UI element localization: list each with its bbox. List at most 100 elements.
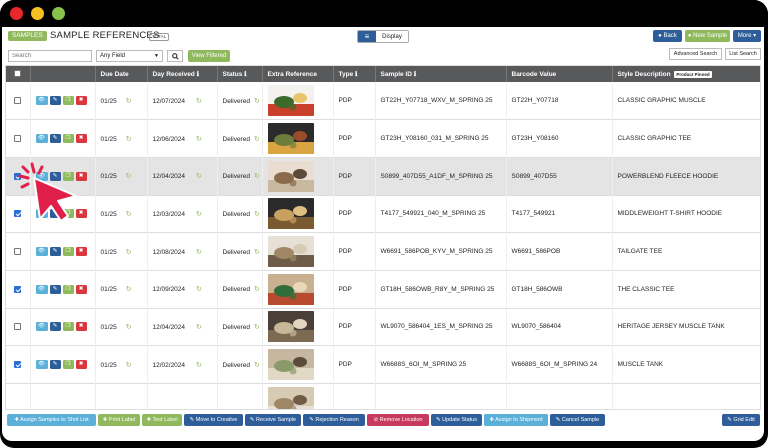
col-type[interactable]: Type ℹ (333, 66, 376, 82)
new-sample-button[interactable]: ● New Sample (685, 30, 730, 42)
view-icon[interactable]: 👁 (35, 247, 48, 257)
move-to-creative-button[interactable]: ✎ Move to Creative (184, 414, 243, 426)
copy-icon[interactable]: ❐ (62, 360, 74, 370)
col-extra-reference[interactable]: Extra Reference (262, 66, 334, 82)
status-refresh-icon[interactable]: ↻ (254, 98, 260, 105)
status-refresh-icon[interactable]: ↻ (254, 324, 260, 331)
view-icon[interactable]: 👁 (35, 134, 48, 144)
reschedule-icon[interactable]: ↻ (126, 362, 132, 369)
display-view-button[interactable]: Display (376, 31, 408, 42)
delete-icon[interactable]: ✖ (75, 134, 87, 144)
view-icon[interactable]: 👁 (35, 322, 48, 332)
reference-thumbnail[interactable] (267, 198, 314, 230)
col-sample-id[interactable]: Sample ID ℹ (375, 66, 507, 82)
row-checkbox[interactable] (14, 323, 22, 331)
copy-icon[interactable]: ❐ (62, 322, 74, 332)
reschedule-icon[interactable]: ↻ (196, 211, 202, 218)
view-icon[interactable]: 👁 (35, 284, 48, 294)
cancel-sample-button[interactable]: ✎ Cancel Sample (550, 414, 605, 426)
status-refresh-icon[interactable]: ↻ (254, 211, 260, 218)
table-row[interactable] (6, 383, 760, 410)
delete-icon[interactable]: ✖ (75, 247, 87, 257)
status-refresh-icon[interactable]: ↻ (254, 173, 260, 180)
reference-thumbnail[interactable] (267, 273, 314, 305)
col-due-date[interactable]: Due Date (95, 66, 148, 82)
reschedule-icon[interactable]: ↻ (126, 136, 132, 143)
edit-icon[interactable]: ✎ (49, 322, 61, 332)
reschedule-icon[interactable]: ↻ (126, 324, 132, 331)
rejection-reason-button[interactable]: ✎ Rejection Reason (303, 414, 365, 426)
assign-shot-list-button[interactable]: ✚ Assign Samples to Shot List (7, 414, 96, 426)
reschedule-icon[interactable]: ↻ (196, 324, 202, 331)
close-window-button[interactable] (10, 7, 23, 20)
table-row[interactable]: 👁 ✎ ❐ ✖ 01/25 ↻ 12/04/2024 ↻ Delivered ↻ PD… (6, 157, 760, 196)
copy-icon[interactable]: ❐ (62, 247, 74, 257)
sample-id-cell[interactable]: GT22H_Y07718_WXV_M_SPRING 25 (375, 82, 507, 120)
reschedule-icon[interactable]: ↻ (196, 286, 202, 293)
search-input[interactable] (8, 50, 92, 62)
status-refresh-icon[interactable]: ↻ (254, 286, 260, 293)
reschedule-icon[interactable]: ↻ (126, 211, 132, 218)
sample-id-cell[interactable] (375, 383, 507, 409)
reschedule-icon[interactable]: ↻ (126, 173, 132, 180)
status-refresh-icon[interactable]: ↻ (254, 249, 260, 256)
delete-icon[interactable]: ✖ (75, 322, 87, 332)
receive-sample-button[interactable]: ✎ Receive Sample (245, 414, 301, 426)
row-checkbox[interactable] (14, 134, 22, 142)
reference-thumbnail[interactable] (267, 160, 314, 192)
reschedule-icon[interactable]: ↻ (196, 98, 202, 105)
assign-to-shipment-button[interactable]: ✚ Assign to Shipment (484, 414, 548, 426)
reschedule-icon[interactable]: ↻ (126, 249, 132, 256)
copy-icon[interactable]: ❐ (62, 96, 74, 106)
edit-icon[interactable]: ✎ (49, 284, 61, 294)
section-tag[interactable]: SAMPLES (8, 31, 47, 41)
back-button[interactable]: ● Back (653, 30, 682, 42)
field-select[interactable]: Any Field ▼ (96, 50, 163, 62)
select-all-checkbox[interactable] (14, 70, 22, 78)
sample-id-cell[interactable]: GT18H_586OWB_R8Y_M_SPRING 25 (375, 270, 507, 309)
view-icon[interactable]: 👁 (35, 96, 48, 106)
table-row[interactable]: 👁 ✎ ❐ ✖ 01/25 ↻ 12/06/2024 ↻ Delivered ↻ PD… (6, 119, 760, 158)
view-filtered-button[interactable]: View Filtered (188, 50, 230, 62)
list-search-button[interactable]: List Search (725, 48, 761, 60)
update-status-button[interactable]: ✎ Update Status (431, 414, 482, 426)
reference-thumbnail[interactable] (267, 236, 314, 268)
print-label-button[interactable]: ✚ Print Label (98, 414, 140, 426)
reference-thumbnail[interactable] (267, 123, 314, 155)
reference-thumbnail[interactable] (267, 85, 314, 117)
reschedule-icon[interactable]: ↻ (196, 249, 202, 256)
more-button[interactable]: More ▾ (733, 30, 761, 42)
edit-icon[interactable]: ✎ (49, 134, 61, 144)
col-day-received[interactable]: Day Received ℹ (147, 66, 218, 82)
advanced-search-button[interactable]: Advanced Search (669, 48, 722, 60)
reference-thumbnail[interactable] (267, 311, 314, 343)
search-button[interactable] (167, 50, 183, 62)
sample-id-cell[interactable]: WL9070_586404_1ES_M_SPRING 25 (375, 308, 507, 346)
table-row[interactable]: 👁 ✎ ❐ ✖ 01/25 ↻ 12/09/2024 ↻ Delivered ↻ PD… (6, 270, 760, 309)
status-refresh-icon[interactable]: ↻ (254, 362, 260, 369)
sample-id-cell[interactable]: T4177_549921_040_M_SPRING 25 (375, 195, 507, 233)
row-checkbox[interactable] (14, 285, 22, 293)
sample-id-cell[interactable]: W6688S_6OI_M_SPRING 25 (375, 345, 507, 384)
sample-id-cell[interactable]: GT23H_Y08160_031_M_SPRING 25 (375, 119, 507, 158)
reschedule-icon[interactable]: ↻ (126, 286, 132, 293)
sample-id-cell[interactable]: W6691_586POB_KYV_M_SPRING 25 (375, 232, 507, 271)
reference-thumbnail[interactable] (267, 349, 314, 381)
remove-location-button[interactable]: ⊘ Remove Location (367, 414, 429, 426)
col-style-description[interactable]: Style Description Product Pinned (612, 66, 760, 82)
table-row[interactable]: 👁 ✎ ❐ ✖ 01/25 ↻ 12/07/2024 ↻ Delivered ↻ PD… (6, 82, 760, 120)
reschedule-icon[interactable]: ↻ (126, 98, 132, 105)
table-row[interactable]: 👁 ✎ ❐ ✖ 01/25↻ 12/03/2024↻ Delivered↻ PD… (6, 195, 760, 233)
view-icon[interactable]: 👁 (35, 360, 48, 370)
table-row[interactable]: 👁 ✎ ❐ ✖ 01/25 ↻ 12/04/2024 ↻ Delivered ↻ PD… (6, 308, 760, 346)
edit-icon[interactable]: ✎ (49, 247, 61, 257)
grid-edit-button[interactable]: ✎ Grid Edit (722, 414, 760, 426)
copy-icon[interactable]: ❐ (62, 284, 74, 294)
row-checkbox[interactable] (14, 247, 22, 255)
reschedule-icon[interactable]: ↻ (196, 173, 202, 180)
delete-icon[interactable]: ✖ (75, 360, 87, 370)
row-checkbox[interactable] (14, 361, 22, 369)
table-row[interactable]: 👁 ✎ ❐ ✖ 01/25 ↻ 12/08/2024 ↻ Delivered ↻ PD… (6, 232, 760, 271)
reference-thumbnail[interactable] (267, 386, 314, 410)
delete-icon[interactable]: ✖ (75, 284, 87, 294)
